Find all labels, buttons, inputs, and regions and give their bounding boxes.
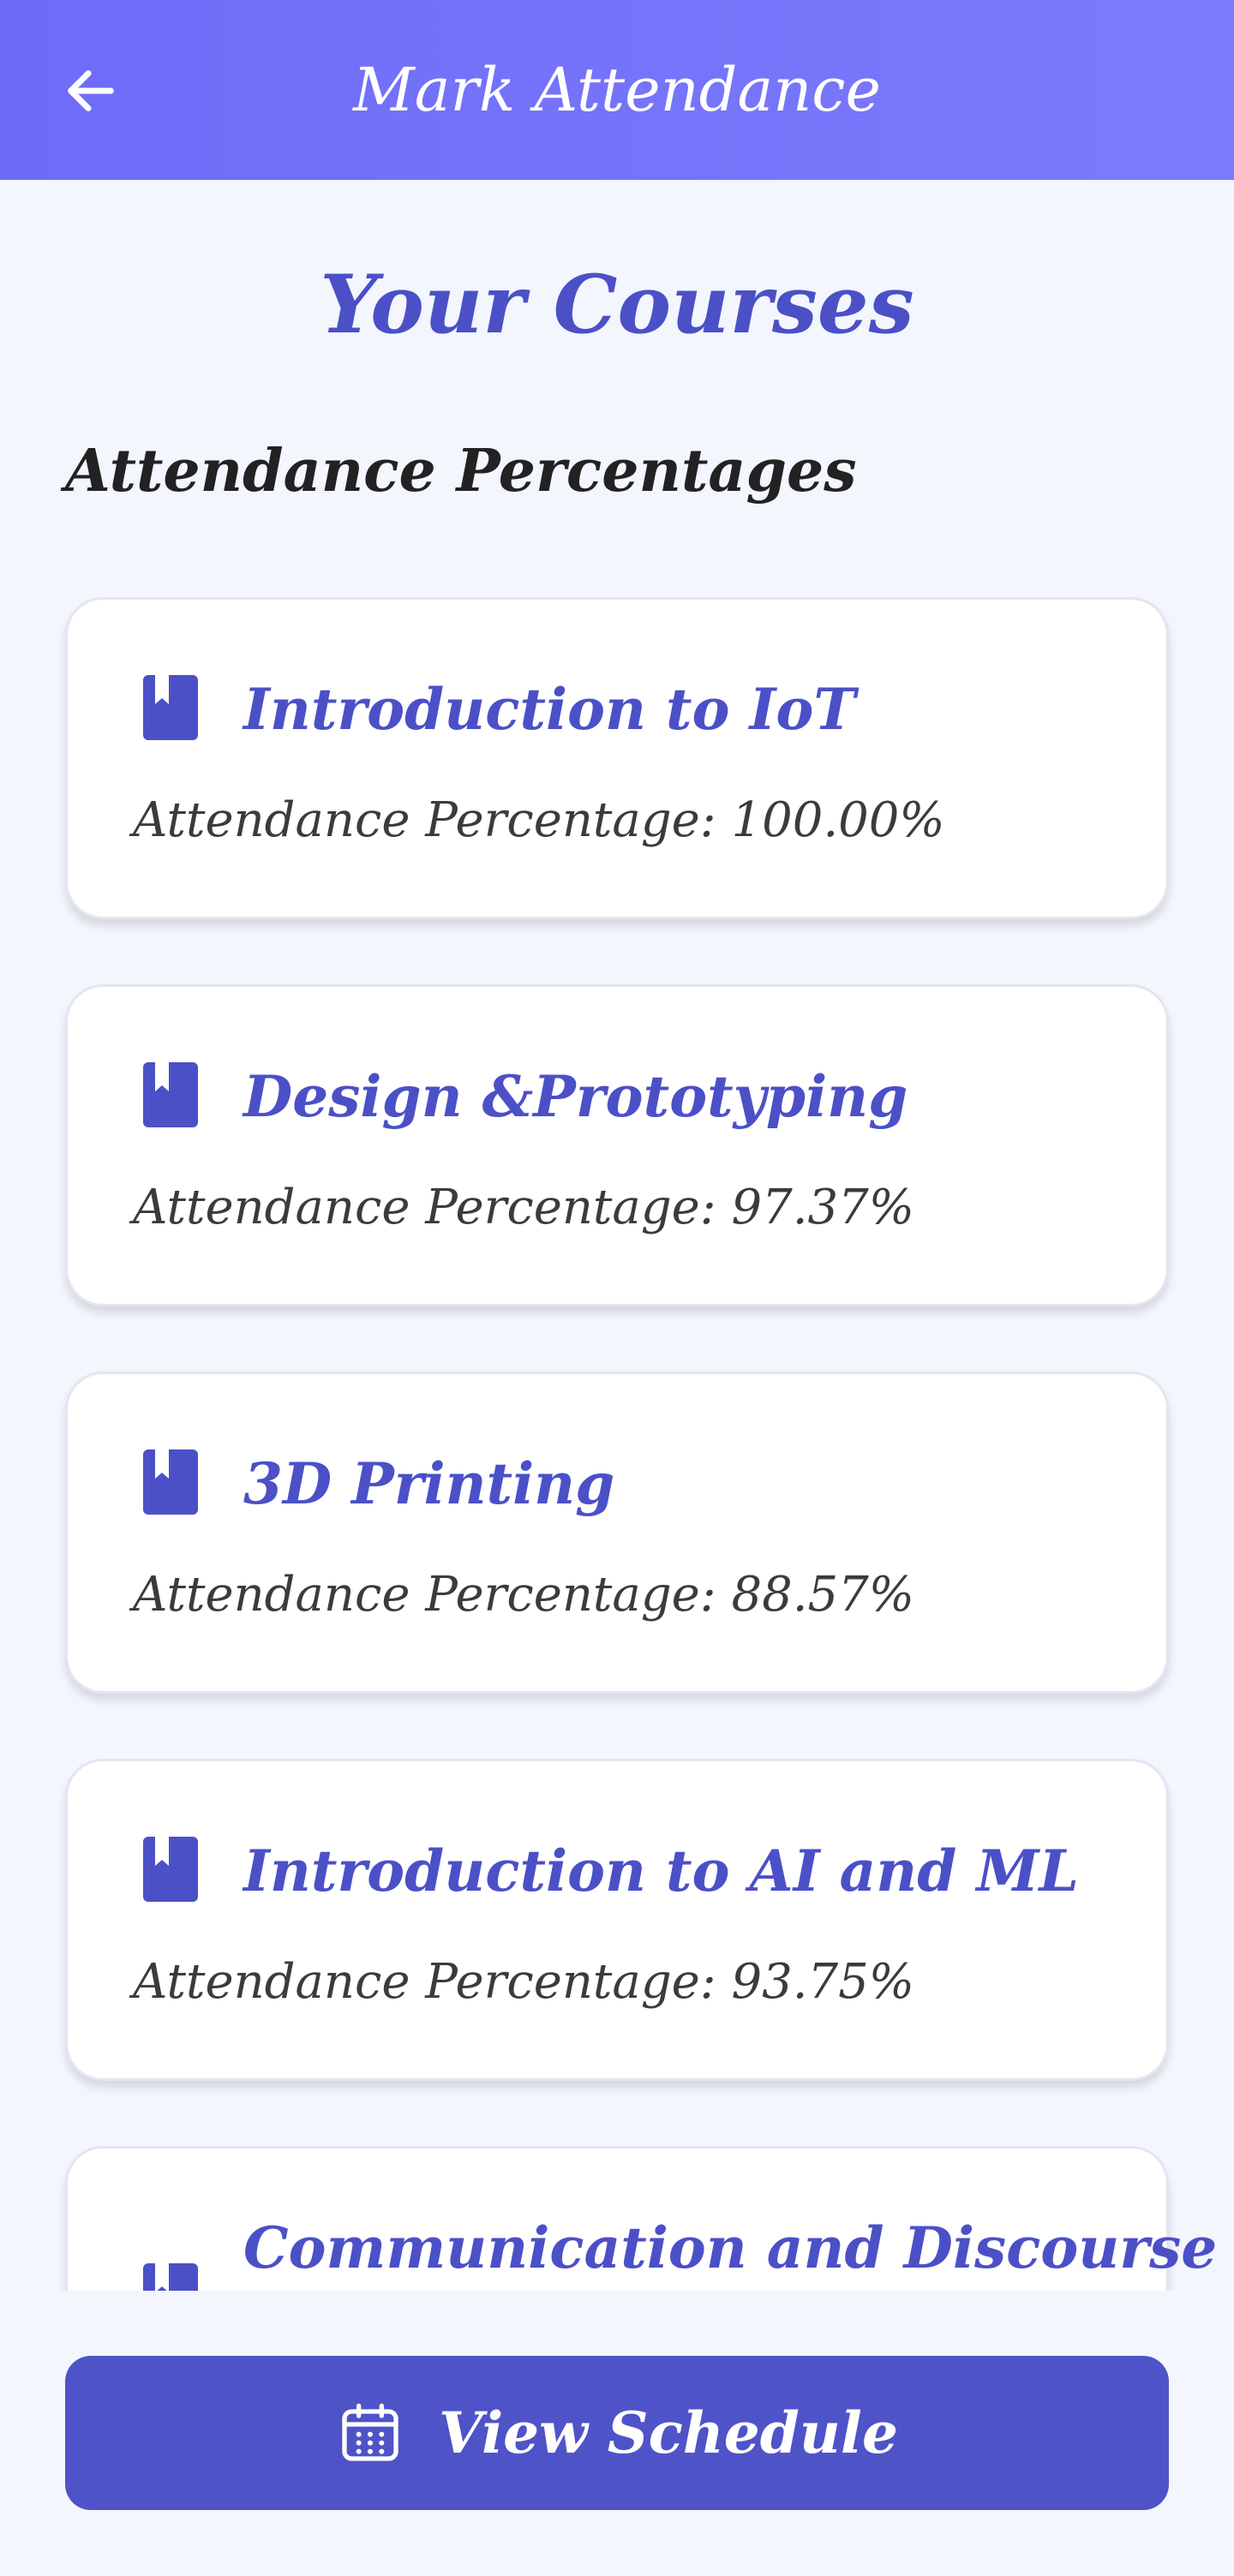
app-header: Mark Attendance bbox=[0, 0, 1234, 180]
course-name: Communication and Discourse bbox=[243, 2214, 1218, 2281]
calendar-icon bbox=[342, 2403, 398, 2461]
attendance-percentage: Attendance Percentage: 93.75% bbox=[133, 1954, 914, 2010]
course-card[interactable]: 3D Printing Attendance Percentage: 88.57… bbox=[65, 1372, 1169, 1694]
header-title: Mark Attendance bbox=[353, 55, 881, 125]
course-card[interactable]: Design &Prototyping Attendance Percentag… bbox=[65, 984, 1169, 1306]
course-card[interactable]: Introduction to IoT Attendance Percentag… bbox=[65, 597, 1169, 919]
attendance-percentage: Attendance Percentage: 88.57% bbox=[133, 1567, 914, 1623]
book-icon bbox=[143, 1837, 198, 1902]
view-schedule-button[interactable]: View Schedule bbox=[65, 2356, 1169, 2510]
attendance-percentage: Attendance Percentage: 100.00% bbox=[133, 792, 945, 848]
course-name: Design &Prototyping bbox=[243, 1063, 908, 1130]
book-icon bbox=[143, 1449, 198, 1515]
course-name: 3D Printing bbox=[243, 1450, 615, 1517]
attendance-percentage: Attendance Percentage: 97.37% bbox=[133, 1180, 914, 1235]
course-card[interactable]: Introduction to AI and ML Attendance Per… bbox=[65, 1759, 1169, 2081]
course-name: Introduction to AI and ML bbox=[243, 1838, 1079, 1904]
view-schedule-label: View Schedule bbox=[439, 2400, 898, 2466]
section-title: Attendance Percentages bbox=[65, 437, 857, 505]
course-list[interactable]: Introduction to IoT Attendance Percentag… bbox=[0, 583, 1234, 2291]
book-icon bbox=[143, 2263, 198, 2291]
course-card[interactable]: Communication and Discourse bbox=[65, 2146, 1217, 2291]
book-icon bbox=[143, 675, 198, 740]
book-icon bbox=[143, 1062, 198, 1127]
course-name: Introduction to IoT bbox=[243, 676, 856, 743]
page-title: Your Courses bbox=[320, 258, 914, 352]
app-screen: Mark Attendance Your Courses Attendance … bbox=[0, 0, 1234, 2576]
